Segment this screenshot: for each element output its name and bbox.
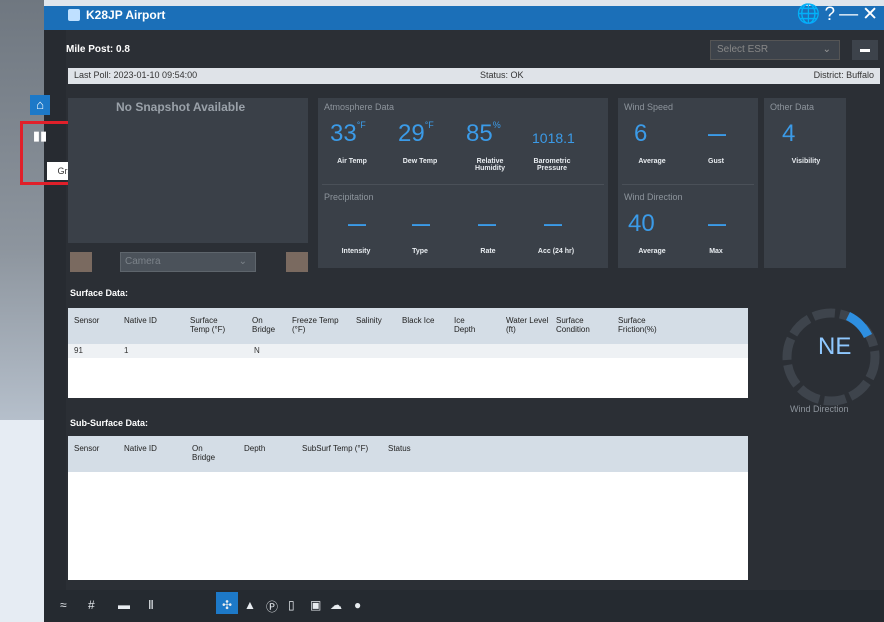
col-ice-depth: Ice Depth [454, 316, 476, 334]
col-subsurf-temp: SubSurf Temp (°F) [302, 444, 369, 453]
surface-title: Surface Data: [70, 288, 129, 298]
camera-select[interactable]: Camera ⌄ [120, 252, 256, 272]
mile-post: Mile Post: 0.8 [66, 44, 130, 55]
col-freeze-temp: Freeze Temp (°F) [292, 316, 339, 334]
camera-button[interactable]: ▬ [852, 40, 878, 60]
dew-temp-value: 29°F [398, 120, 434, 147]
wind-dir-max-label: Max [709, 248, 723, 255]
minus-icon[interactable]: ▬ [118, 598, 130, 612]
humidity-value: 85% [466, 120, 501, 147]
bridge-icon[interactable]: Ⅱ [148, 598, 154, 612]
humidity-label: Relative Humidity [475, 158, 505, 172]
prev-camera-button[interactable] [70, 252, 92, 272]
intensity-label: Intensity [341, 248, 371, 255]
subsurface-table: Sensor Native ID On Bridge Depth SubSurf… [68, 436, 748, 580]
table-row[interactable]: 91 1 N [68, 344, 748, 358]
tower-icon[interactable]: ✣ [222, 598, 232, 612]
surface-table-header: Sensor Native ID Surface Temp (°F) On Br… [68, 308, 748, 344]
col-surface-friction: Surface Friction(%) [618, 316, 657, 334]
wind-average-label: Average [638, 158, 666, 165]
col-native-id: Native ID [124, 316, 157, 325]
col-status: Status [388, 444, 411, 453]
warning-icon[interactable]: ▲ [244, 598, 256, 612]
air-temp-value: 33°F [330, 120, 366, 147]
parking-icon[interactable]: Ⓟ [266, 598, 278, 615]
sidebar [44, 30, 66, 622]
wind-gust-label: Gust [708, 158, 724, 165]
esr-select[interactable]: Select ESR ⌄ [710, 40, 840, 60]
intensity-value: — [348, 214, 366, 234]
subsurface-table-header: Sensor Native ID On Bridge Depth SubSurf… [68, 436, 748, 472]
pressure-label: Barometric Pressure [533, 158, 571, 172]
wind-dir-average-value: 40 [628, 210, 655, 237]
grid-icon[interactable]: # [88, 598, 95, 612]
dot-icon[interactable]: ● [354, 598, 361, 612]
bottom-toolbar: ≈ # ▬ Ⅱ ✣ ▲ Ⓟ ▯ ▣ ☁ ● [44, 590, 884, 622]
wind-panel: Wind Speed 6 Average — Gust Wind Directi… [618, 98, 758, 268]
help-icon[interactable]: ? [825, 4, 836, 26]
chevron-down-icon: ⌄ [238, 256, 247, 267]
col-water-level: Water Level (ft) [506, 316, 549, 334]
wind-direction-title: Wind Direction [624, 192, 683, 202]
air-temp-label: Air Temp [337, 158, 367, 165]
wind-dir-average-label: Average [638, 248, 666, 255]
app-logo-icon [68, 9, 80, 21]
snapshot-message: No Snapshot Available [116, 100, 246, 114]
minimize-icon[interactable]: — [839, 4, 858, 26]
sign-icon[interactable]: ▣ [310, 598, 321, 612]
col-sensor: Sensor [74, 316, 100, 325]
device-icon[interactable]: ▯ [288, 598, 295, 612]
col-black-ice: Black Ice [402, 316, 435, 325]
window-title: K28JP Airport [86, 8, 166, 22]
cell-native-id: 1 [124, 346, 129, 355]
precipitation-title: Precipitation [324, 192, 374, 202]
col-depth: Depth [244, 444, 266, 453]
col-native-id: Native ID [124, 444, 157, 453]
atmosphere-panel: Atmosphere Data 33°F Air Temp 29°F Dew T… [318, 98, 608, 268]
surface-table: Sensor Native ID Surface Temp (°F) On Br… [68, 308, 748, 398]
status-text: Status: OK [480, 70, 524, 80]
wind-gust-value: — [708, 124, 726, 144]
waves-icon[interactable]: ≈ [60, 598, 67, 612]
wind-dir-max-value: — [708, 214, 726, 234]
wind-average-value: 6 [634, 120, 648, 147]
status-bar: Last Poll: 2023-01-10 09:54:00 Status: O… [68, 68, 880, 84]
weather-icon[interactable]: ☁ [330, 598, 342, 612]
home-icon: ⌂ [36, 97, 44, 112]
col-surface-condition: Surface Condition [556, 316, 590, 334]
atmosphere-title: Atmosphere Data [324, 102, 395, 112]
rate-value: — [478, 214, 496, 234]
last-poll: Last Poll: 2023-01-10 09:54:00 [74, 70, 198, 80]
chevron-down-icon: ⌄ [822, 44, 831, 55]
type-label: Type [412, 248, 428, 255]
close-icon[interactable]: ✕ [862, 4, 878, 26]
other-title: Other Data [770, 102, 815, 112]
pressure-value: 1018.1 [532, 130, 575, 146]
visibility-label: Visibility [791, 158, 821, 165]
rate-label: Rate [480, 248, 496, 255]
col-on-bridge: On Bridge [192, 444, 216, 462]
district: District: Buffalo [813, 70, 874, 80]
col-sensor: Sensor [74, 444, 100, 453]
acc-value: — [544, 214, 562, 234]
cell-sensor: 91 [74, 346, 83, 355]
dew-temp-label: Dew Temp [402, 158, 438, 165]
subsurface-title: Sub-Surface Data: [70, 418, 149, 428]
visibility-value: 4 [782, 120, 796, 147]
type-value: — [412, 214, 430, 234]
wind-speed-title: Wind Speed [624, 102, 674, 112]
col-on-bridge: On Bridge [252, 316, 276, 334]
acc-label: Acc (24 hr) [537, 248, 575, 255]
compass-label: Wind Direction [790, 404, 849, 414]
title-bar: K28JP Airport 🌐 ? — ✕ [44, 0, 884, 30]
next-camera-button[interactable] [286, 252, 308, 272]
other-panel: Other Data 4 Visibility [764, 98, 846, 268]
home-button[interactable]: ⌂ [30, 95, 50, 115]
compass-direction: NE [818, 333, 852, 360]
camera-snapshot: No Snapshot Available [68, 98, 308, 243]
col-surface-temp: Surface Temp (°F) [190, 316, 226, 334]
cell-on-bridge: N [254, 346, 260, 355]
col-salinity: Salinity [356, 316, 382, 325]
globe-icon[interactable]: 🌐 [797, 4, 821, 26]
